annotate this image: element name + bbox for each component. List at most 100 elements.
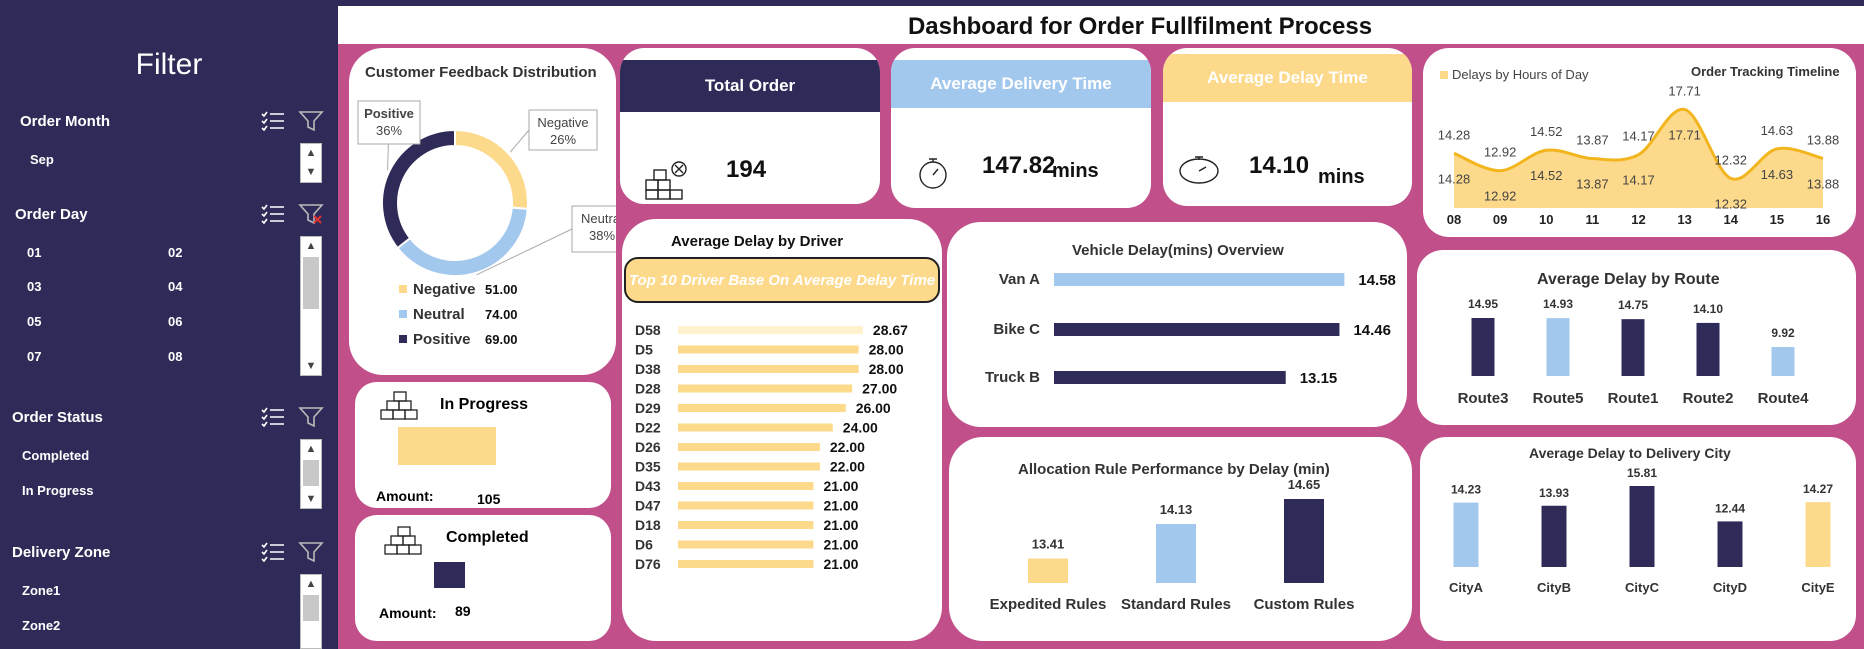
allocation-category: Standard Rules	[1121, 596, 1231, 613]
boxes-cancel-icon	[645, 161, 687, 200]
point-label-top: 14.17	[1622, 129, 1655, 144]
donut-slice-negative	[454, 128, 529, 210]
city-value: 14.27	[1803, 482, 1833, 496]
x-tick-label: 14	[1724, 212, 1739, 227]
allocation-card: Allocation Rule Performance by Delay (mi…	[949, 437, 1412, 641]
x-tick-label: 09	[1493, 212, 1507, 227]
completed-card: Completed Amount: 89	[355, 515, 611, 641]
slicer-item[interactable]: 08	[168, 349, 182, 364]
route-value: 14.93	[1543, 297, 1573, 311]
city-category: CityE	[1801, 580, 1835, 595]
driver-label: D28	[635, 381, 661, 397]
route-value: 14.75	[1618, 298, 1648, 312]
driver-label: D5	[635, 342, 653, 358]
driver-bar	[678, 384, 853, 393]
allocation-bar	[1028, 558, 1068, 583]
multi-select-icon[interactable]	[260, 540, 286, 564]
scroll-thumb[interactable]	[303, 257, 319, 309]
clear-filter-icon[interactable]	[298, 540, 324, 564]
point-label-top: 14.52	[1530, 124, 1563, 139]
callout-leader	[509, 129, 530, 153]
avg-delay-unit: mins	[1318, 166, 1365, 188]
driver-label: D22	[635, 420, 661, 436]
slicer-item[interactable]: 06	[168, 314, 182, 329]
multi-select-icon[interactable]	[260, 202, 286, 226]
route-value: 9.92	[1771, 326, 1795, 340]
slicer-item[interactable]: Sep	[30, 152, 54, 167]
slicer-item[interactable]: 02	[168, 245, 182, 260]
donut-slice-positive	[381, 128, 456, 250]
driver-value: 21.00	[823, 537, 858, 553]
scroll-thumb[interactable]	[303, 595, 319, 621]
driver-label: D47	[635, 498, 661, 514]
driver-bar	[678, 423, 833, 432]
slicer-item[interactable]: 05	[27, 314, 41, 329]
legend-value: 51.00	[485, 282, 518, 297]
allocation-bar	[1284, 499, 1324, 583]
city-bar	[1805, 502, 1831, 567]
callout-label: Neutral	[581, 211, 616, 226]
route-card: Average Delay by Route 14.95 Route3 14.93 R…	[1417, 250, 1856, 425]
scroll-down-icon[interactable]: ▼	[301, 163, 321, 181]
scroll-down-icon[interactable]: ▼	[301, 490, 321, 508]
completed-label: Completed	[446, 529, 529, 546]
scrollbar[interactable]: ▲ ▼	[300, 143, 322, 183]
slicer-item[interactable]: Zone1	[22, 583, 60, 598]
callout-percent: 38%	[589, 228, 615, 243]
clear-filter-icon[interactable]	[298, 405, 324, 429]
driver-bar	[678, 540, 814, 549]
multi-select-icon[interactable]	[260, 405, 286, 429]
x-tick-label: 10	[1539, 212, 1553, 227]
vehicle-value: 13.15	[1300, 370, 1338, 387]
slicer-title: Order Month	[20, 113, 110, 130]
slicer-item[interactable]: 03	[27, 279, 41, 294]
scroll-thumb[interactable]	[303, 460, 319, 486]
city-value: 13.93	[1539, 486, 1569, 500]
driver-label: D29	[635, 400, 661, 416]
avg-delivery-value: 147.82	[982, 152, 1056, 179]
vehicle-label: Van A	[999, 271, 1040, 288]
scrollbar[interactable]: ▲	[300, 574, 322, 649]
slicer-item[interactable]: 01	[27, 245, 41, 260]
avg-delay-label: Average Delay Time	[1163, 54, 1412, 102]
slicer-item[interactable]: 04	[168, 279, 182, 294]
city-category: CityB	[1537, 580, 1571, 595]
avg-delay-value: 14.10	[1249, 152, 1310, 179]
header: Dashboard for Order Fullfilment Process	[338, 6, 1864, 44]
route-category: Route1	[1608, 390, 1659, 407]
feedback-card: Customer Feedback Distribution Negative 2…	[349, 48, 616, 375]
timeline-card: 14.28 14.28 08 12.92 12.92 09 14.52 14.52 10 13.8…	[1423, 48, 1856, 237]
scroll-up-icon[interactable]: ▲	[301, 144, 321, 162]
scroll-down-icon[interactable]: ▼	[301, 357, 321, 375]
city-bar-chart: 14.23 CityA 13.93 CityB 15.81 CityC 12.44 CityD…	[1449, 466, 1835, 595]
slicer-title: Delivery Zone	[12, 544, 111, 561]
city-bar	[1541, 505, 1567, 567]
slicer-item[interactable]: In Progress	[22, 483, 94, 498]
in-progress-bar	[398, 427, 496, 465]
slicer-title: Order Status	[12, 409, 103, 426]
city-value: 12.44	[1715, 501, 1745, 515]
scroll-up-icon[interactable]: ▲	[301, 575, 321, 593]
scroll-up-icon[interactable]: ▲	[301, 237, 321, 255]
slicer-item[interactable]: 07	[27, 349, 41, 364]
x-tick-label: 11	[1586, 212, 1600, 227]
allocation-bar-chart: 13.41 Expedited Rules 14.13 Standard Rules 1…	[990, 477, 1355, 613]
multi-select-icon[interactable]	[260, 109, 286, 133]
slicer-item[interactable]: Completed	[22, 448, 89, 463]
driver-value: 27.00	[862, 381, 897, 397]
driver-card: Average Delay by Driver Top 10 Driver Ba…	[622, 219, 942, 641]
clear-filter-icon[interactable]	[298, 202, 324, 226]
scroll-up-icon[interactable]: ▲	[301, 440, 321, 458]
route-category: Route2	[1683, 390, 1734, 407]
point-label-inner: 17.71	[1668, 127, 1701, 142]
point-label-inner: 12.92	[1484, 189, 1517, 204]
scrollbar[interactable]: ▲ ▼	[300, 236, 322, 376]
clear-filter-icon[interactable]	[298, 109, 324, 133]
driver-bar	[678, 482, 814, 490]
city-value: 14.23	[1451, 483, 1481, 497]
vehicle-value: 14.58	[1358, 272, 1396, 289]
stopwatch-icon	[919, 158, 947, 189]
scrollbar[interactable]: ▲ ▼	[300, 439, 322, 509]
total-order-value: 194	[726, 156, 767, 183]
slicer-item[interactable]: Zone2	[22, 618, 60, 633]
